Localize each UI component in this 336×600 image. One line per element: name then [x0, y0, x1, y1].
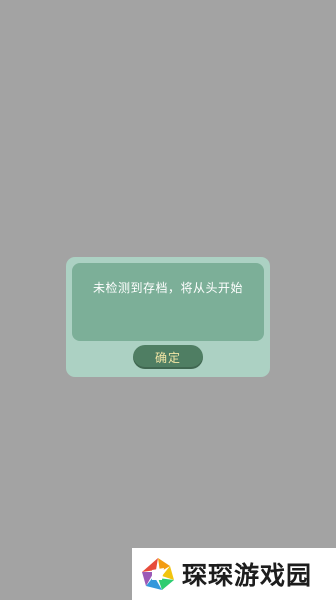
message-panel: 未检测到存档，将从头开始: [72, 263, 264, 341]
no-save-dialog: 未检测到存档，将从头开始 确定: [66, 257, 270, 377]
confirm-button[interactable]: 确定: [133, 345, 203, 369]
brand-watermark: 琛琛游戏园: [132, 548, 336, 600]
brand-name: 琛琛游戏园: [182, 561, 313, 590]
dialog-message: 未检测到存档，将从头开始: [92, 281, 243, 295]
confirm-button-label: 确定: [154, 350, 181, 365]
brand-logo-icon: [142, 558, 174, 590]
